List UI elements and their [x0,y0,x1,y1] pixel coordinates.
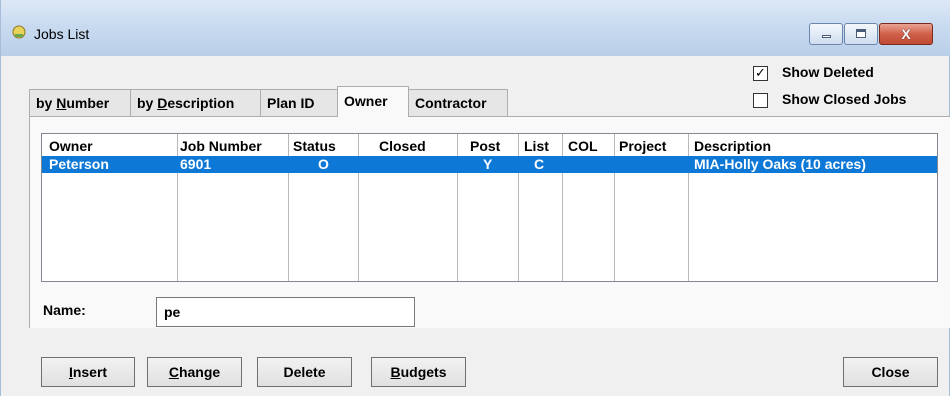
tab-by-number[interactable]: by Number [29,89,131,116]
window-close-button[interactable]: X [879,23,933,45]
column-header-col[interactable]: COL [568,138,598,154]
cell-status: O [318,156,329,172]
close-button[interactable]: Close [843,357,938,387]
cell-job-number: 6901 [180,156,212,172]
minimize-icon [822,35,831,38]
show-closed-jobs-label: Show Closed Jobs [782,91,907,107]
show-deleted-box[interactable]: ✓ [753,65,768,81]
window-title: Jobs List [34,26,90,42]
jobs-list-window: Jobs List X ✓ Show Deleted Show Closed J… [0,0,950,396]
cell-description: MIA-Holly Oaks (10 acres) [694,156,866,172]
column-header-description[interactable]: Description [694,138,771,154]
title-bar[interactable]: Jobs List X [1,0,950,56]
maximize-button[interactable] [844,23,878,45]
show-deleted-label: Show Deleted [782,64,874,80]
cell-list: C [534,156,545,172]
table-row[interactable]: Peterson 6901 O Y C MIA-Holly Oaks (10 a… [42,156,937,173]
column-header-closed[interactable]: Closed [379,138,426,154]
column-header-owner[interactable]: Owner [49,138,93,154]
name-input[interactable]: pe [156,297,415,327]
tab-plan-id[interactable]: Plan ID [260,89,338,116]
column-header-job-number[interactable]: Job Number [180,138,262,154]
column-header-list[interactable]: List [524,138,549,154]
jobs-app-icon [12,25,26,39]
cell-post: Y [483,156,493,172]
close-icon: X [901,26,911,42]
jobs-table[interactable]: Owner Job Number Status Closed Post List… [41,133,938,282]
minimize-button[interactable] [809,23,843,45]
tab-owner[interactable]: Owner [337,86,409,117]
budgets-button[interactable]: Budgets [371,357,466,387]
insert-button[interactable]: Insert [41,357,135,387]
tab-by-description[interactable]: by Description [130,89,261,116]
column-header-project[interactable]: Project [619,138,666,154]
checkmark-icon: ✓ [755,65,766,80]
tab-contractor[interactable]: Contractor [408,89,508,116]
column-header-post[interactable]: Post [470,138,500,154]
delete-button[interactable]: Delete [257,357,352,387]
name-label: Name: [43,302,86,318]
maximize-icon [856,29,866,38]
show-closed-jobs-box[interactable] [753,93,768,108]
column-header-status[interactable]: Status [293,138,336,154]
change-button[interactable]: Change [147,357,242,387]
cell-owner: Peterson [49,156,109,172]
